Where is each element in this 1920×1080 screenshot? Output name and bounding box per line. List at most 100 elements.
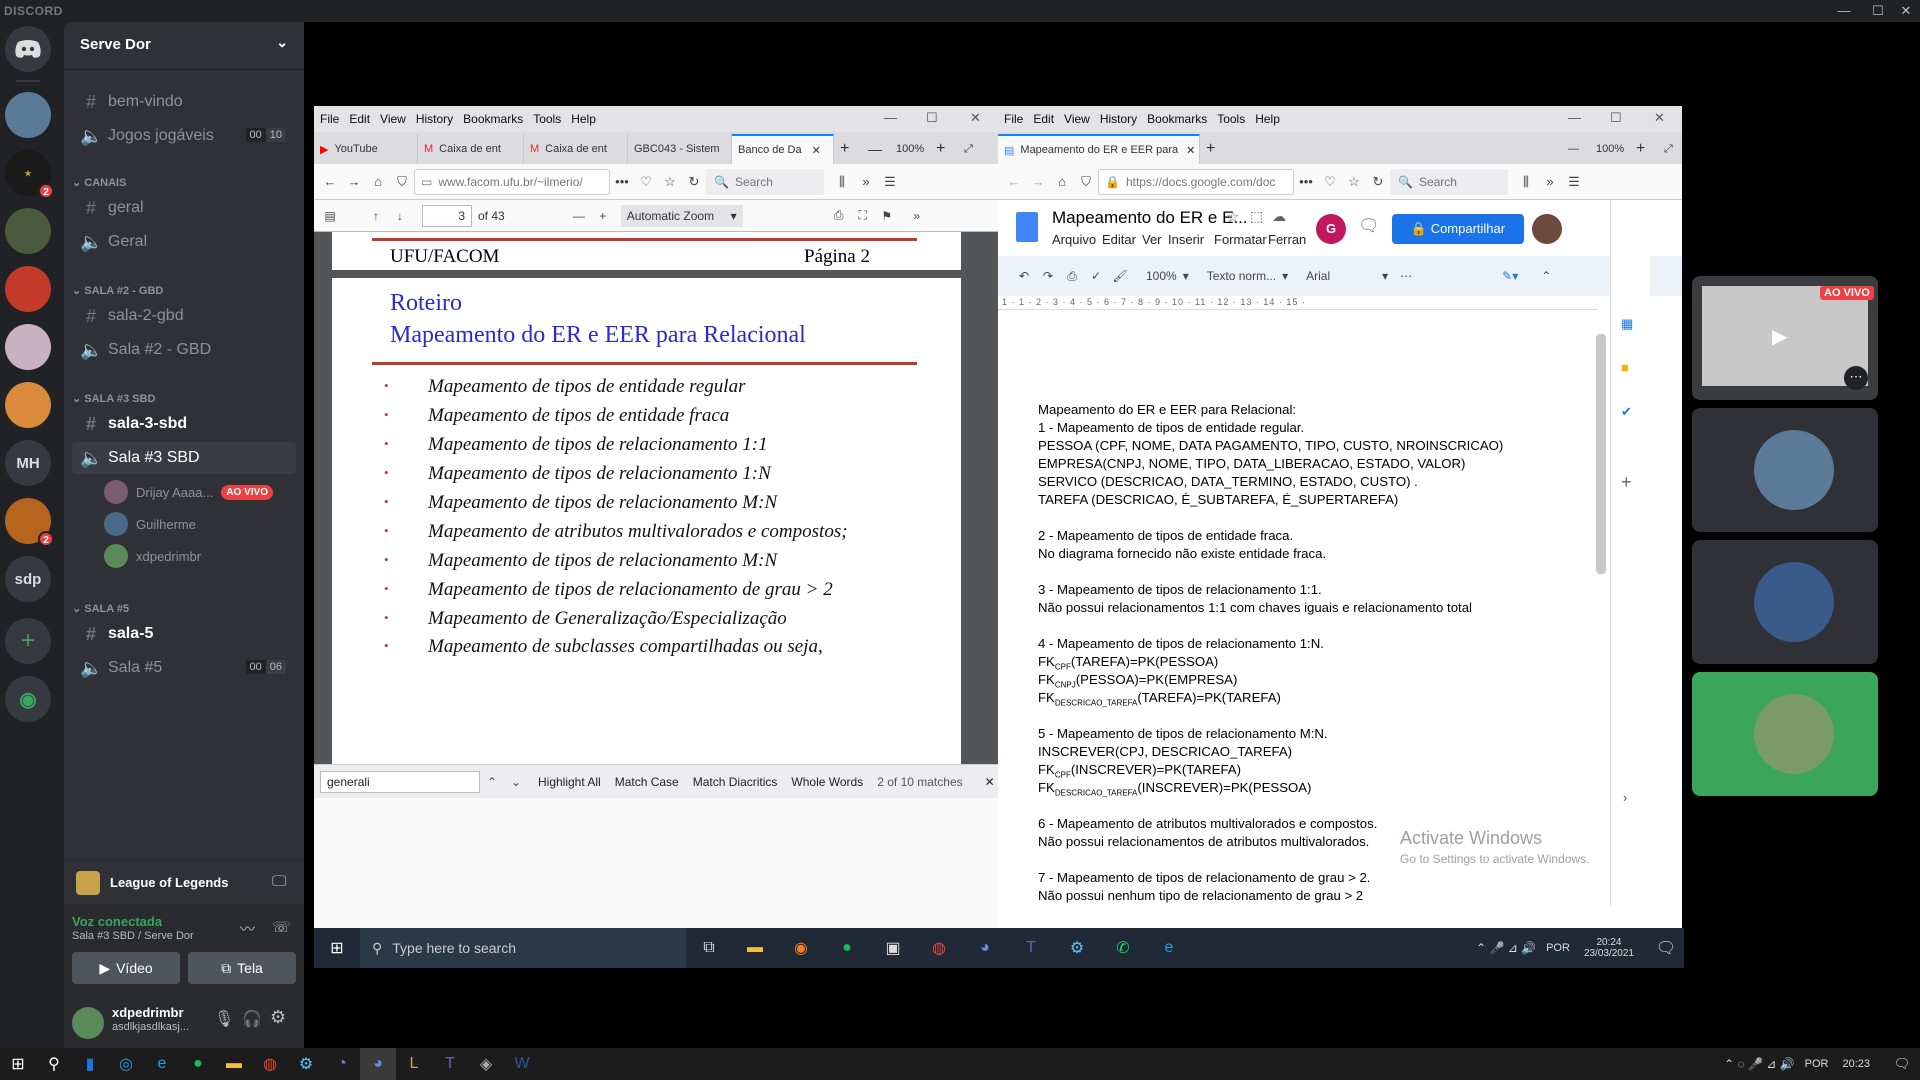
match-case-checkbox[interactable]: Match Case — [615, 775, 679, 789]
whole-words-checkbox[interactable]: Whole Words — [791, 775, 863, 789]
new-tab-icon[interactable]: + — [1200, 134, 1228, 164]
channel-bem-vindo[interactable]: # bem-vindo — [72, 86, 296, 118]
server-avatar-icon[interactable] — [5, 382, 51, 428]
find-input[interactable]: generali — [320, 770, 480, 793]
settings-gear-icon[interactable]: ⚙ — [270, 1007, 286, 1028]
menu-help[interactable]: Help — [1255, 112, 1280, 126]
zoom-out-icon[interactable]: — — [1562, 134, 1590, 164]
tab-banco-de-dados[interactable]: Banco de Da ✕ — [732, 134, 834, 164]
add-addon-icon[interactable]: + — [1621, 472, 1632, 493]
back-icon[interactable]: ← — [318, 174, 342, 189]
close-tab-icon[interactable]: ✕ — [812, 144, 821, 157]
channel-geral[interactable]: # geral — [72, 192, 296, 224]
docs-menu-editar[interactable]: Editar — [1102, 232, 1136, 247]
taskbar-search[interactable]: ⚲ Type here to search — [360, 928, 686, 968]
docs-menu-ferramentas[interactable]: Ferran — [1268, 232, 1306, 247]
overflow-icon[interactable]: » — [854, 174, 878, 189]
app-icon[interactable]: ▮ — [72, 1048, 108, 1080]
tab-gbc043[interactable]: GBC043 - Sistem — [628, 134, 732, 164]
url-bar[interactable]: ▭ www.facom.ufu.br/~ilmerio/ — [414, 168, 610, 195]
league-icon[interactable]: L — [396, 1048, 432, 1080]
video-button[interactable]: ▶ Vídeo — [72, 952, 180, 984]
search-input[interactable]: 🔍 Search — [1390, 168, 1508, 195]
page-actions-icon[interactable]: ••• — [610, 174, 634, 189]
participant-tile[interactable] — [1692, 408, 1878, 532]
app-menu-icon[interactable]: ☰ — [1562, 174, 1586, 190]
print-icon[interactable]: ⎙ — [827, 208, 851, 223]
zoom-out-icon[interactable]: — — [567, 209, 591, 223]
share-button[interactable]: 🔒 Compartilhar — [1392, 214, 1524, 244]
voice-location[interactable]: Sala #3 SBD / Serve Dor — [72, 930, 194, 942]
library-icon[interactable]: ⫼ — [830, 174, 854, 190]
star-icon[interactable]: ☆ — [1226, 208, 1239, 226]
zoom-in-icon[interactable]: + — [1630, 134, 1658, 164]
find-prev-icon[interactable]: ⌃ — [480, 775, 504, 789]
menu-edit[interactable]: Edit — [1033, 112, 1054, 126]
fullscreen-icon[interactable]: ⤢ — [1658, 134, 1682, 164]
channel-sala-2-gbd[interactable]: # sala-2-gbd — [72, 300, 296, 332]
steam-icon[interactable]: ⚙ — [288, 1048, 324, 1080]
tab-docs[interactable]: ▤ Mapeamento do ER e EER para ✕ — [998, 134, 1200, 164]
zoom-level[interactable]: 100% — [1590, 134, 1630, 164]
server-doti-icon[interactable] — [5, 266, 51, 312]
docs-menu-formatar[interactable]: Formatar — [1214, 232, 1267, 247]
notifications-icon[interactable]: 🗨 — [1648, 928, 1684, 968]
docs-menu-arquivo[interactable]: Arquivo — [1052, 232, 1096, 247]
paint-format-icon[interactable]: 🖌 — [1108, 269, 1132, 283]
server-avatar-icon[interactable]: 2 — [5, 498, 54, 547]
next-page-icon[interactable]: ↓ — [388, 209, 412, 223]
chrome-icon[interactable]: ◍ — [916, 928, 962, 968]
cloud-icon[interactable]: ☁ — [1272, 208, 1286, 225]
forward-icon[interactable]: → — [342, 174, 366, 189]
pocket-icon[interactable]: ♡ — [634, 174, 658, 190]
firefox-icon[interactable]: ◉ — [778, 928, 824, 968]
close-button[interactable]: ✕ — [1894, 2, 1918, 20]
teams-icon[interactable]: T — [432, 1048, 468, 1080]
zoom-select[interactable]: 100% — [1146, 269, 1177, 283]
docs-menu-ver[interactable]: Ver — [1142, 232, 1162, 247]
server-avatar-icon[interactable] — [5, 92, 51, 138]
bookmark-icon[interactable]: ⚑ — [875, 209, 899, 223]
collaborator-avatar[interactable]: G — [1316, 214, 1346, 244]
mute-icon[interactable]: 🎙 — [214, 1009, 234, 1029]
library-icon[interactable]: ⫼ — [1514, 174, 1538, 190]
menu-file[interactable]: File — [1004, 112, 1023, 126]
spotify-icon[interactable]: ● — [180, 1048, 216, 1080]
overflow-icon[interactable]: » — [1538, 174, 1562, 189]
undo-icon[interactable]: ↶ — [1012, 269, 1036, 283]
home-icon[interactable]: ⌂ — [366, 174, 390, 189]
match-diacritics-checkbox[interactable]: Match Diacritics — [693, 775, 778, 789]
menu-bookmarks[interactable]: Bookmarks — [1147, 112, 1207, 126]
server-mh-icon[interactable]: MH — [5, 440, 51, 486]
discord-icon[interactable]: ◕ — [360, 1048, 396, 1080]
prev-page-icon[interactable]: ↑ — [364, 209, 388, 223]
close-icon[interactable]: ✕ — [1654, 110, 1665, 126]
channel-sala-5[interactable]: # sala-5 — [72, 618, 296, 650]
deafen-icon[interactable]: 🎧 — [242, 1009, 262, 1029]
docs-logo-icon[interactable] — [1016, 212, 1038, 242]
back-icon[interactable]: ← — [1002, 174, 1026, 189]
channel-sala-3-voice[interactable]: 🔈 Sala #3 SBD — [72, 442, 296, 474]
server-header[interactable]: Serve Dor ⌄ — [64, 22, 304, 70]
app-icon[interactable]: ◎ — [108, 1048, 144, 1080]
server-hollywood-icon[interactable]: ★ 2 — [5, 150, 54, 199]
word-icon[interactable]: W — [504, 1048, 540, 1080]
reload-icon[interactable]: ↻ — [682, 174, 706, 190]
print-icon[interactable]: ⎙ — [1060, 269, 1084, 284]
server-avatar-icon[interactable] — [5, 208, 51, 254]
maximize-button[interactable]: ☐ — [1866, 2, 1890, 20]
menu-file[interactable]: File — [320, 112, 339, 126]
language-indicator[interactable]: POR — [1546, 942, 1570, 954]
disconnect-icon[interactable]: ☏ — [272, 918, 291, 936]
category-sala2[interactable]: ⌄ SALA #2 - GBD — [72, 284, 163, 297]
calendar-icon[interactable]: ▦ — [1621, 316, 1633, 332]
close-find-icon[interactable]: ✕ — [985, 775, 995, 789]
noise-suppression-icon[interactable]: 〰 — [240, 918, 255, 939]
bookmark-star-icon[interactable]: ☆ — [1342, 174, 1366, 190]
channel-sala-3-sbd[interactable]: # sala-3-sbd — [72, 408, 296, 440]
channel-jogos-jogaveis[interactable]: 🔈 Jogos jogáveis 00 10 — [72, 120, 296, 152]
category-canais[interactable]: ⌄ CANAIS — [72, 176, 126, 189]
whatsapp-icon[interactable]: ✆ — [1100, 928, 1146, 968]
collapse-icon[interactable]: ⌃ — [1534, 269, 1558, 283]
maximize-icon[interactable]: ☐ — [1610, 110, 1622, 126]
